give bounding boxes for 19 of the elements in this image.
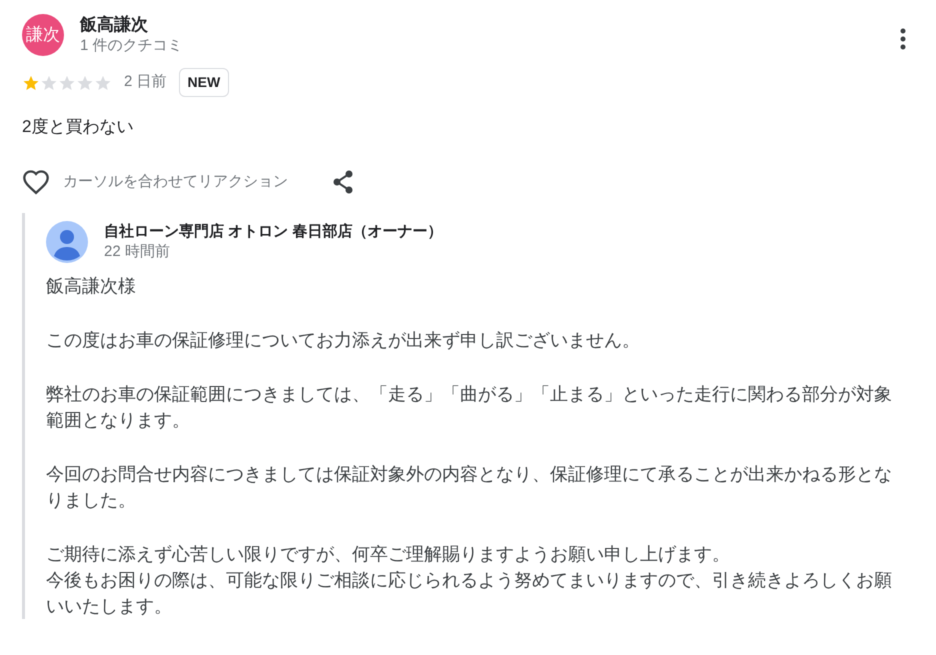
heart-icon[interactable] <box>22 169 50 195</box>
owner-name: 自社ローン専門店 オトロン 春日部店（オーナー） <box>104 222 442 242</box>
reply-text: この度はお車の保証修理についてお力添えが出来ず申し訳ございません。 <box>46 329 641 352</box>
reply-text: 今後もお困りの際は、可能な限りご相談に応じられるよう努めてまいりますので、引き続きよろしくお願いいたします。 <box>46 569 893 618</box>
owner-avatar <box>46 221 88 263</box>
review-count: 1 件のクチコミ <box>80 36 184 56</box>
review-text: 2度と買わない <box>22 116 134 138</box>
share-icon[interactable] <box>332 170 354 194</box>
new-badge: NEW <box>178 68 230 97</box>
reply-text: ご期待に添えず心苦しい限りですが、何卒ご理解賜りますようお願い申し上げます。 <box>46 543 731 566</box>
reaction-label[interactable]: カーソルを合わせてリアクション <box>63 170 288 194</box>
reply-text: 弊社のお車の保証範囲につきましては、「走る」「曲がる」「止まる」といった走行に関わる部分が対象範囲となります。 <box>46 383 893 432</box>
reply-text: 飯高謙次様 <box>46 275 137 298</box>
avatar: 謙次 <box>22 14 64 56</box>
more-options-icon[interactable] <box>900 28 906 50</box>
reply-text: 今回のお問合せ内容につきましては保証対象外の内容となり、保証修理にて承ることが出来かねる形となりました。 <box>46 463 893 512</box>
review-time: 2 日前 <box>124 72 167 92</box>
reply-time: 22 時間前 <box>104 242 171 262</box>
author-name[interactable]: 飯高謙次 <box>80 14 900 36</box>
